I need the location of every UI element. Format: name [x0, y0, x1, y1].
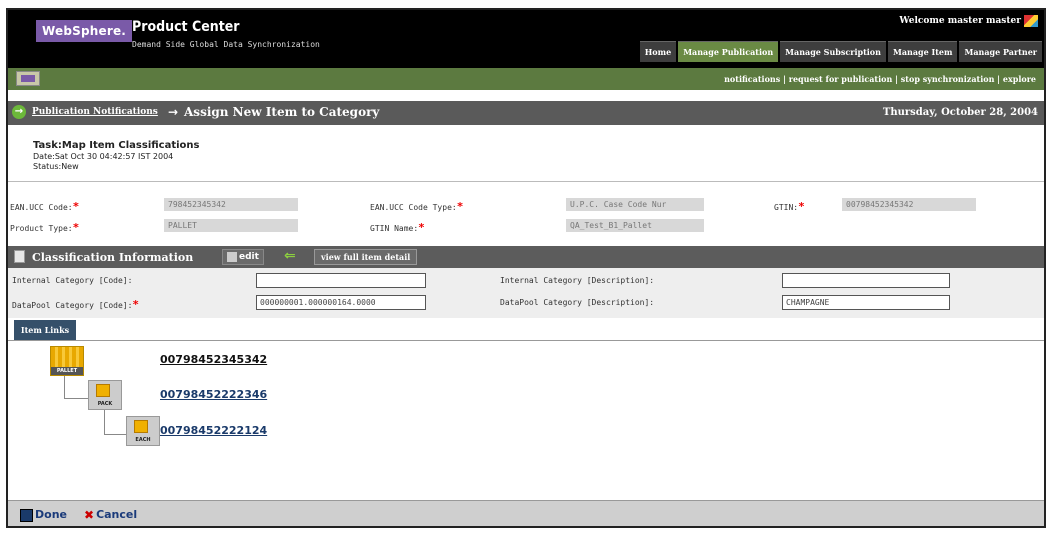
edit-icon — [227, 251, 237, 262]
datapool-code-input[interactable]: 000000001.000000164.0000 — [256, 295, 426, 310]
each-label: EACH — [135, 437, 151, 443]
welcome-text: Welcome master master — [899, 16, 1021, 26]
pallet-label: PALLET — [51, 367, 83, 375]
item-link-each[interactable]: 00798452222124 — [160, 424, 267, 437]
classification-title: Classification Information — [32, 251, 194, 264]
task-info: Task:Map Item Classifications Date:Sat O… — [33, 140, 200, 172]
tab-manage-publication[interactable]: Manage Publication — [678, 41, 779, 62]
document-icon — [14, 250, 25, 263]
task-date: Date:Sat Oct 30 04:42:57 IST 2004 — [33, 152, 174, 161]
ean-type-value: U.P.C. Case Code Nur — [566, 198, 704, 211]
tree-connector — [64, 398, 88, 399]
task-name: Task:Map Item Classifications — [33, 140, 200, 151]
item-links-tabbar: Item Links — [8, 318, 1044, 341]
internal-desc-input[interactable] — [782, 273, 950, 288]
gtin-label: GTIN:* — [774, 200, 805, 213]
app-name: Product Center — [132, 19, 240, 35]
tree-connector — [104, 408, 105, 434]
breadcrumb: → Publication Notifications → Assign New… — [8, 101, 1044, 125]
tab-manage-partner[interactable]: Manage Partner — [959, 41, 1042, 62]
tab-manage-subscription[interactable]: Manage Subscription — [780, 41, 886, 62]
divider — [8, 181, 1044, 182]
gtin-name-value: QA_Test_B1_Pallet — [566, 219, 704, 232]
item-link-pallet[interactable]: 00798452345342 — [160, 353, 267, 366]
pack-icon[interactable]: PACK — [88, 380, 122, 410]
header: WebSphere. Product Center Demand Side Gl… — [8, 10, 1044, 68]
pack-label: PACK — [97, 401, 113, 407]
footer-toolbar: Done ✖ Cancel — [8, 500, 1044, 526]
datapool-desc-label: DataPool Category [Description]: — [500, 298, 655, 307]
classification-header: Classification Information edit ⇐ view f… — [8, 246, 1044, 268]
ean-value: 798452345342 — [164, 198, 298, 211]
item-link-pack[interactable]: 00798452222346 — [160, 388, 267, 401]
gtin-name-label: GTIN Name:* — [370, 221, 425, 234]
sub-nav: notifications | request for publication … — [8, 68, 1044, 90]
internal-code-input[interactable] — [256, 273, 426, 288]
product-type-value: PALLET — [164, 219, 298, 232]
cancel-icon: ✖ — [84, 508, 95, 522]
welcome-message: Welcome master master — [899, 15, 1038, 27]
classification-form: Internal Category [Code]: Internal Categ… — [8, 268, 1044, 318]
box-icon — [134, 420, 148, 433]
sub-nav-links[interactable]: notifications | request for publication … — [724, 74, 1036, 84]
current-date: Thursday, October 28, 2004 — [882, 107, 1038, 118]
view-full-item-detail-button[interactable]: view full item detail — [314, 249, 418, 265]
gtin-value: 00798452345342 — [842, 198, 976, 211]
each-icon[interactable]: EACH — [126, 416, 160, 446]
breadcrumb-separator: → — [168, 105, 179, 119]
tab-home[interactable]: Home — [639, 41, 677, 62]
websphere-logo: WebSphere. — [36, 20, 133, 42]
ean-type-label: EAN.UCC Code Type:* — [370, 200, 464, 213]
edit-button[interactable]: edit — [222, 249, 264, 265]
done-button[interactable]: Done — [20, 507, 67, 523]
app-window: WebSphere. Product Center Demand Side Gl… — [6, 8, 1046, 528]
save-icon — [20, 508, 33, 522]
tab-item-links[interactable]: Item Links — [14, 320, 76, 340]
item-properties: EAN.UCC Code:* 798452345342 EAN.UCC Code… — [8, 193, 1044, 243]
internal-code-label: Internal Category [Code]: — [12, 276, 133, 285]
ean-label: EAN.UCC Code:* — [10, 200, 80, 213]
internal-desc-label: Internal Category [Description]: — [500, 276, 655, 285]
page-title: Assign New Item to Category — [184, 105, 380, 119]
user-icon[interactable] — [1024, 15, 1038, 27]
app-subtitle: Demand Side Global Data Synchronization — [132, 40, 320, 49]
tab-manage-item[interactable]: Manage Item — [887, 41, 958, 62]
arrow-right-icon: → — [12, 105, 26, 119]
datapool-desc-input[interactable]: CHAMPAGNE — [782, 295, 950, 310]
publication-icon — [16, 71, 40, 86]
main-nav: Home Manage Publication Manage Subscript… — [639, 41, 1042, 62]
breadcrumb-link-publication-notifications[interactable]: Publication Notifications — [32, 107, 158, 117]
cancel-button[interactable]: ✖ Cancel — [84, 507, 137, 523]
tree-connector — [104, 434, 126, 435]
box-icon — [96, 384, 110, 397]
pallet-icon[interactable]: PALLET — [50, 346, 84, 376]
datapool-code-label: DataPool Category [Code]:* — [12, 298, 140, 311]
product-type-label: Product Type:* — [10, 221, 80, 234]
task-status: Status:New — [33, 162, 79, 171]
back-arrow-icon[interactable]: ⇐ — [284, 249, 296, 263]
